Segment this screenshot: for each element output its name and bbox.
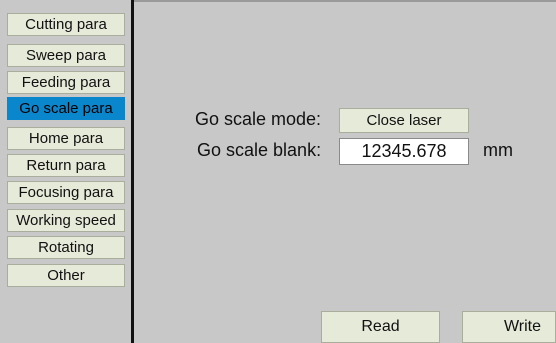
sidebar-item-return-para[interactable]: Return para (7, 154, 125, 177)
sidebar-item-other[interactable]: Other (7, 264, 125, 287)
sidebar: Cutting para Sweep para Feeding para Go … (0, 0, 131, 343)
write-button[interactable]: Write (462, 311, 556, 343)
sidebar-item-cutting-para[interactable]: Cutting para (7, 13, 125, 36)
sidebar-item-home-para[interactable]: Home para (7, 127, 125, 150)
sidebar-item-go-scale-para[interactable]: Go scale para (7, 97, 125, 120)
sidebar-item-sweep-para[interactable]: Sweep para (7, 44, 125, 67)
sidebar-item-focusing-para[interactable]: Focusing para (7, 181, 125, 204)
go-scale-blank-field[interactable]: 12345.678 (339, 138, 469, 165)
screen: Cutting para Sweep para Feeding para Go … (0, 0, 556, 343)
sidebar-item-working-speed[interactable]: Working speed (7, 209, 125, 232)
go-scale-mode-label: Go scale mode: (195, 109, 322, 129)
sidebar-item-feeding-para[interactable]: Feeding para (7, 71, 125, 94)
read-button[interactable]: Read (321, 311, 440, 343)
go-scale-blank-unit: mm (483, 140, 513, 160)
sidebar-divider (131, 0, 134, 343)
go-scale-mode-button[interactable]: Close laser (339, 108, 469, 133)
go-scale-blank-label: Go scale blank: (197, 140, 322, 160)
sidebar-item-rotating[interactable]: Rotating (7, 236, 125, 259)
